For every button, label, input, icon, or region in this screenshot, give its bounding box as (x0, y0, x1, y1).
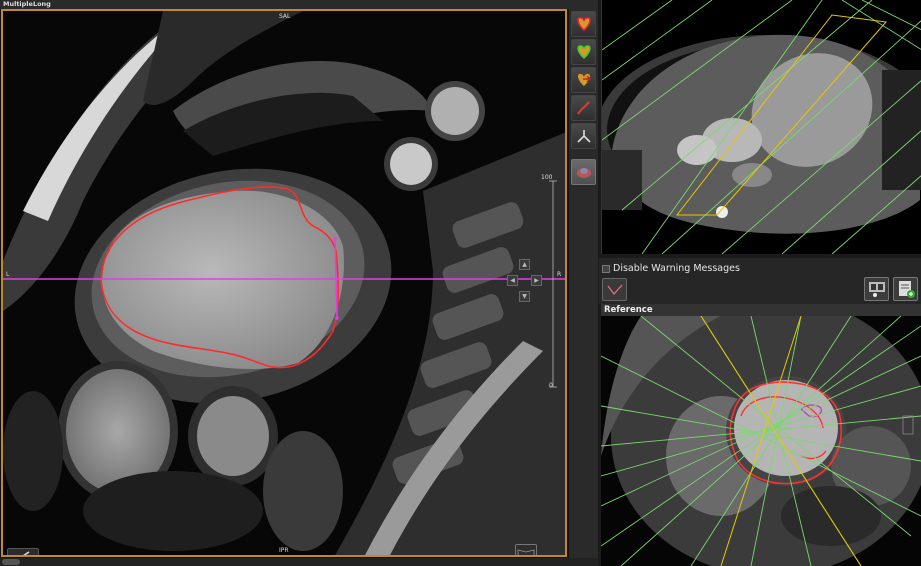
image-export-button[interactable] (864, 277, 889, 301)
3d-view-button[interactable] (571, 159, 596, 185)
scrollbar-thumb[interactable] (2, 559, 20, 565)
contour-tool-1-button[interactable] (571, 11, 596, 37)
nav-down-arrow-icon[interactable]: ▼ (519, 291, 530, 302)
heart-green-icon (576, 45, 591, 59)
measure-tool-button[interactable] (571, 123, 596, 149)
contour-tool-3-button[interactable] (571, 67, 596, 93)
pencil-tool-button[interactable] (7, 548, 39, 555)
image-frame[interactable]: SAL IPR L R 100 0 ▲ ◀ ▶ ▼ (1, 9, 567, 557)
app-window: MultipleLong SAL IPR L R 100 0 ▲ ◀ ▶ ▼ D… (0, 0, 921, 566)
main-viewport[interactable]: MultipleLong SAL IPR L R 100 0 ▲ ◀ ▶ ▼ (0, 0, 598, 566)
scale-min-label: 0 (549, 382, 553, 389)
3d-heart-icon (576, 168, 591, 178)
disable-warnings-label[interactable]: Disable Warning Messages (613, 263, 740, 274)
mri-long-axis-image[interactable] (3, 11, 567, 557)
heart-arrow-icon (577, 73, 592, 86)
nav-up-arrow-icon[interactable]: ▲ (519, 259, 530, 270)
ruler-icon (576, 130, 591, 143)
viewport-title: MultipleLong (0, 0, 598, 9)
spline-icon (576, 101, 590, 115)
nav-right-arrow-icon[interactable]: ▶ (531, 275, 542, 286)
tool-strip (568, 9, 598, 558)
pencil-icon (23, 551, 30, 555)
short-axis-mri-image[interactable] (601, 316, 921, 566)
horizontal-scrollbar[interactable] (0, 558, 598, 566)
heart-red-icon (576, 17, 591, 31)
orientation-left-label: L (6, 271, 10, 278)
report-add-button[interactable] (893, 277, 918, 301)
nav-left-arrow-icon[interactable]: ◀ (507, 275, 518, 286)
disable-warnings-checkbox[interactable] (602, 265, 610, 273)
control-panel: Disable Warning Messages (599, 258, 921, 304)
axial-reference-view[interactable] (601, 0, 921, 254)
short-axis-reference-view[interactable] (601, 316, 921, 566)
orientation-bottom-label: IPR (279, 547, 289, 554)
contour-tool-2-button[interactable] (571, 39, 596, 65)
orientation-top-label: SAL (279, 13, 291, 20)
spline-tool-button[interactable] (571, 95, 596, 121)
reference-panel-header: Reference (601, 304, 921, 316)
report-add-icon (898, 281, 915, 298)
axial-mri-image[interactable] (602, 0, 921, 254)
book-icon[interactable] (515, 544, 537, 555)
curve-icon (606, 284, 622, 295)
orientation-right-label: R (557, 271, 562, 278)
scale-max-label: 100 (541, 174, 553, 181)
film-icon (868, 282, 885, 297)
curve-tool-button[interactable] (602, 278, 627, 301)
